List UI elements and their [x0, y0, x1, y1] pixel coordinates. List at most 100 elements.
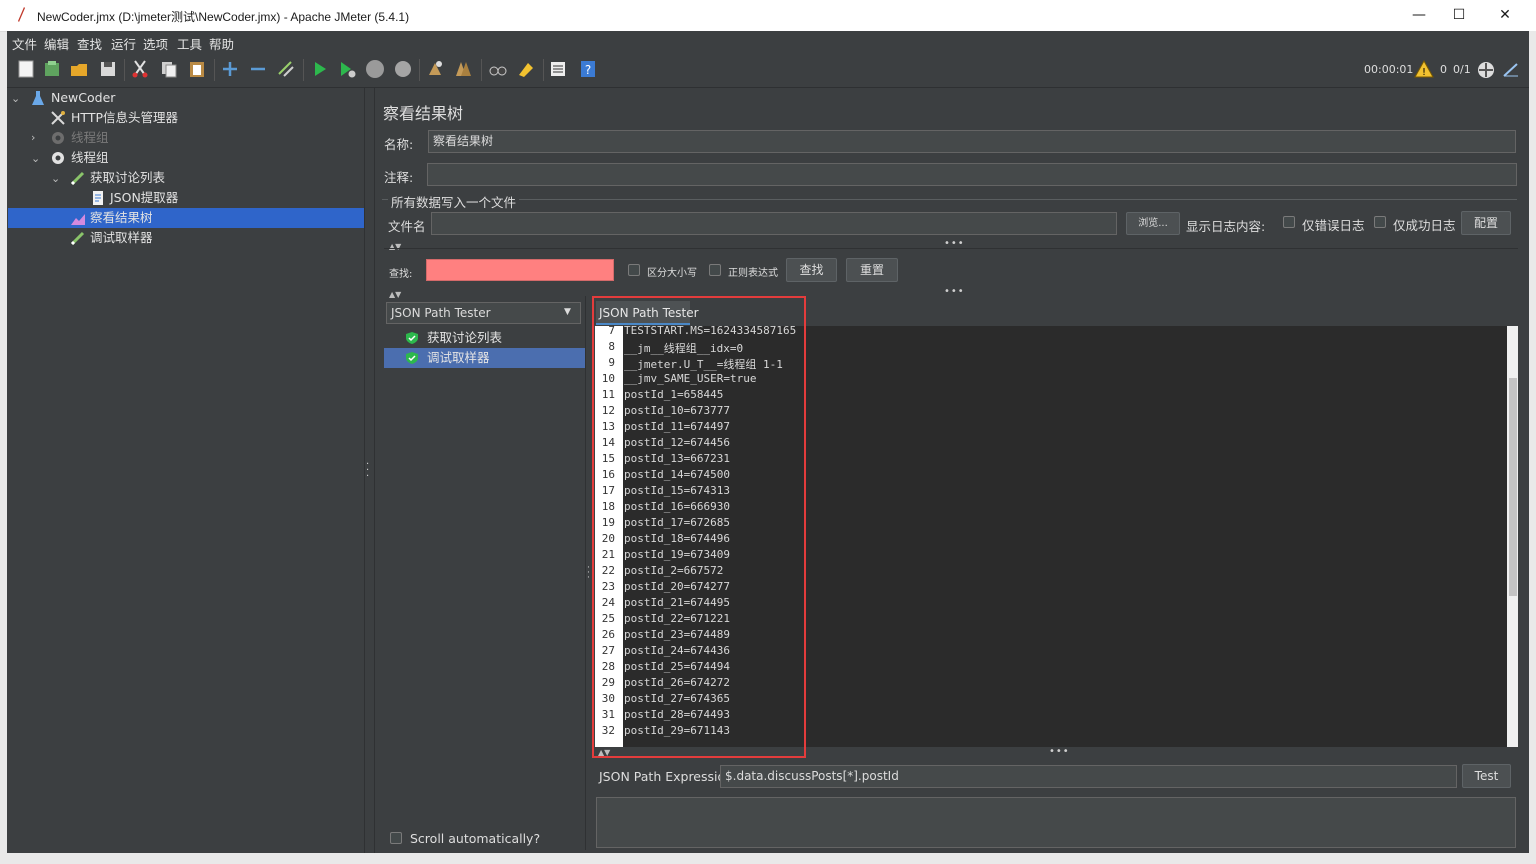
collapse-arrows-icon[interactable]: ▲▼	[389, 242, 401, 251]
chevron-down-icon[interactable]: ⌄	[51, 172, 60, 185]
open-icon[interactable]	[69, 59, 89, 79]
tree-item-thread-group[interactable]: 线程组	[71, 148, 109, 168]
regex-label: 正则表达式	[728, 268, 778, 279]
collapse-icon[interactable]	[248, 59, 268, 79]
json-path-input[interactable]: $.data.discussPosts[*].postId	[720, 765, 1457, 788]
chevron-down-icon[interactable]: ⌄	[31, 152, 40, 165]
menu-run[interactable]: 运行	[111, 34, 136, 53]
menu-bar: 文件 编辑 查找 运行 选项 工具 帮助	[7, 31, 1529, 53]
split-grip-icon[interactable]: •••	[944, 286, 965, 297]
menu-search[interactable]: 查找	[77, 34, 102, 53]
toolbar-separator	[481, 59, 482, 81]
success-only-checkbox[interactable]	[1374, 216, 1386, 228]
find-button[interactable]: 查找	[786, 258, 837, 282]
panel-title: 察看结果树	[383, 104, 464, 123]
copy-icon[interactable]	[159, 59, 179, 79]
reset-search-icon[interactable]	[516, 59, 536, 79]
menu-tools[interactable]: 工具	[177, 34, 202, 53]
tree-item-get-discussions[interactable]: 获取讨论列表	[90, 168, 165, 188]
toolbar-separator	[543, 59, 544, 81]
new-icon[interactable]	[16, 59, 36, 79]
case-sensitive-checkbox[interactable]	[628, 264, 640, 276]
split-grip-icon[interactable]: •••	[1049, 746, 1070, 757]
tree-item-root[interactable]: NewCoder	[51, 88, 115, 108]
collapse-arrows-icon[interactable]: ▲▼	[389, 290, 401, 299]
tree-item-view-results-tree[interactable]: 察看结果树	[90, 208, 153, 228]
paste-icon[interactable]	[187, 59, 207, 79]
configure-button[interactable]: 配置	[1461, 211, 1511, 235]
elapsed-timer: 00:00:01	[1364, 63, 1414, 76]
toolbar: ? 00:00:01 ! 0 0/1	[7, 53, 1529, 88]
menu-file[interactable]: 文件	[12, 34, 37, 53]
search-icon[interactable]	[488, 59, 508, 79]
comment-input[interactable]	[427, 163, 1517, 186]
templates-icon[interactable]	[42, 59, 62, 79]
result-item-selected[interactable]: 调试取样器	[384, 348, 585, 368]
renderer-select[interactable]: JSON Path Tester	[386, 302, 581, 324]
test-plan-tree	[7, 88, 364, 853]
errors-only-checkbox[interactable]	[1283, 216, 1295, 228]
errors-only-label: 仅错误日志	[1302, 218, 1365, 233]
jmeter-feather-icon	[18, 7, 25, 22]
search-label: 查找:	[389, 269, 413, 280]
title-bar: NewCoder.jmx (D:\jmeter测试\NewCoder.jmx) …	[0, 0, 1536, 32]
save-icon[interactable]	[98, 59, 118, 79]
name-label: 名称:	[384, 137, 414, 152]
cut-icon[interactable]	[130, 59, 150, 79]
remote-start-icon[interactable]	[1476, 60, 1496, 80]
highlight-box	[592, 296, 806, 758]
case-sensitive-label: 区分大小写	[647, 268, 697, 279]
sampler-pen-icon	[70, 171, 85, 186]
svg-text:?: ?	[585, 63, 591, 77]
log-viewer-icon[interactable]	[1501, 60, 1521, 80]
name-input[interactable]: 察看结果树	[428, 130, 1516, 153]
toolbar-separator	[214, 59, 215, 81]
thread-count: 0/1	[1453, 63, 1471, 76]
tree-item-json-extractor[interactable]: JSON提取器	[110, 188, 178, 208]
chevron-down-icon[interactable]: ⌄	[11, 92, 20, 105]
clear-all-icon[interactable]	[453, 59, 473, 79]
write-file-group-title: 所有数据写入一个文件	[388, 192, 520, 211]
success-shield-icon	[406, 332, 418, 344]
tree-item-thread-group-disabled[interactable]: 线程组	[71, 128, 109, 148]
result-item[interactable]: 获取讨论列表	[384, 328, 585, 348]
clear-icon[interactable]	[425, 59, 445, 79]
toggle-icon[interactable]	[276, 59, 296, 79]
help-icon[interactable]: ?	[578, 59, 598, 79]
regex-checkbox[interactable]	[709, 264, 721, 276]
filename-input[interactable]	[431, 212, 1117, 235]
gear-icon	[52, 132, 64, 144]
toolbar-separator	[303, 59, 304, 81]
maximize-button[interactable]: ☐	[1436, 0, 1482, 31]
json-path-label: JSON Path Expression	[599, 769, 734, 784]
reset-button[interactable]: 重置	[846, 258, 898, 282]
chevron-right-icon[interactable]: ›	[31, 131, 35, 144]
test-plan-icon	[32, 91, 44, 105]
browse-button[interactable]: 浏览...	[1126, 212, 1180, 235]
shutdown-icon[interactable]	[393, 59, 413, 79]
splitter-grip-icon[interactable]: · · ·	[366, 460, 369, 482]
listener-chart-icon	[71, 214, 85, 225]
json-path-result-area[interactable]	[596, 797, 1516, 848]
vertical-scrollbar-thumb[interactable]	[1509, 378, 1517, 596]
expand-icon[interactable]	[220, 59, 240, 79]
tree-item-debug-sampler[interactable]: 调试取样器	[90, 228, 153, 248]
scroll-auto-checkbox[interactable]	[390, 832, 402, 844]
splitter-grip-icon[interactable]: · · ·	[587, 564, 590, 583]
menu-edit[interactable]: 编辑	[44, 34, 69, 53]
start-icon[interactable]	[310, 59, 330, 79]
stop-icon[interactable]	[365, 59, 385, 79]
function-helper-icon[interactable]	[548, 59, 568, 79]
window-title: NewCoder.jmx (D:\jmeter测试\NewCoder.jmx) …	[37, 10, 410, 24]
tree-item-http-header[interactable]: HTTP信息头管理器	[71, 108, 178, 128]
chevron-down-icon[interactable]: ▼	[564, 307, 571, 317]
divider	[384, 248, 1518, 249]
start-no-pause-icon[interactable]	[337, 59, 357, 79]
warning-icon[interactable]: !	[1414, 60, 1434, 78]
test-button[interactable]: Test	[1462, 764, 1511, 788]
close-button[interactable]: ✕	[1482, 0, 1528, 31]
menu-options[interactable]: 选项	[143, 34, 168, 53]
menu-help[interactable]: 帮助	[209, 34, 234, 53]
search-input[interactable]	[426, 259, 614, 281]
json-extractor-icon	[93, 191, 103, 205]
